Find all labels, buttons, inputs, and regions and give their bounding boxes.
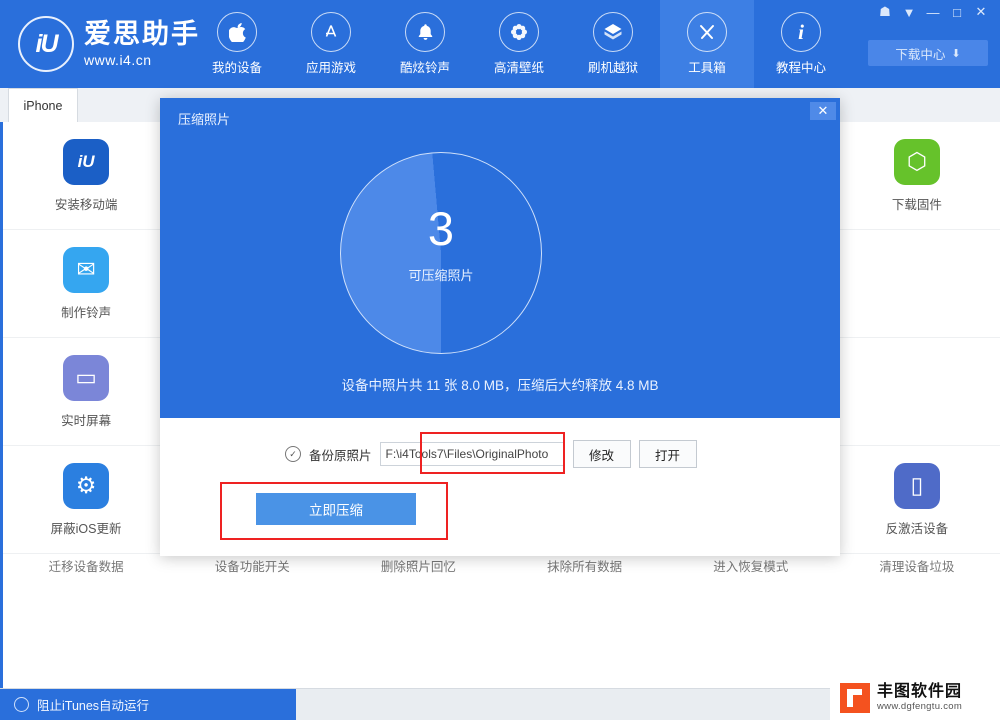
photo-count-donut: 3 可压缩照片 [340,152,542,354]
download-icon: ⬇ [951,47,961,60]
dialog-header-panel: 压缩照片 ✕ 3 可压缩照片 设备中照片共 11 张 8.0 MB，压缩后大约释… [160,98,840,418]
appstore-icon [311,12,351,52]
i4-app-icon: iU [63,138,110,185]
logo-title: 爱思助手 [84,19,200,49]
dialog-action-panel: ✓ 备份原照片 F:\i4Tools7\Files\OriginalPhoto … [160,418,840,556]
window-controls: ☗ ▼ — □ ✕ [874,2,992,22]
backup-path-field[interactable]: F:\i4Tools7\Files\OriginalPhoto [379,442,565,466]
backup-label: 备份原照片 [309,448,372,463]
toolbox-cell-label: 安装移动端 [54,197,118,212]
photo-count-caption: 可压缩照片 [408,268,474,283]
backup-row: ✓ 备份原照片 F:\i4Tools7\Files\OriginalPhoto … [285,440,697,468]
ringtone-icon: ✉ [63,246,110,293]
nav-item-tutorials[interactable]: i 教程中心 [754,0,848,88]
watermark: 丰图软件园 www.dgfengtu.com [830,675,1000,720]
nav-label: 应用游戏 [305,61,356,75]
toolbox-cell-0[interactable]: iU 安装移动端 [3,122,170,230]
block-itunes-toggle[interactable]: 阻止iTunes自动运行 [0,689,296,720]
block-itunes-label: 阻止iTunes自动运行 [37,699,150,713]
menu-icon[interactable]: ▼ [898,2,920,22]
watermark-url: www.dgfengtu.com [877,700,963,712]
logo-mark-icon: iU [18,16,74,72]
screen-icon: ▭ [63,354,110,401]
flower-icon [499,12,539,52]
toolbox-cell-6[interactable]: ✉ 制作铃声 [3,230,170,338]
nav-item-apps-games[interactable]: 应用游戏 [284,0,378,88]
toolbox-cell-label: 实时屏幕 [61,413,112,428]
box-icon [593,12,633,52]
nav-label: 酷炫铃声 [399,61,450,75]
app-header: iU 爱思助手 www.i4.cn 我的设备 应用游戏 酷炫铃声 高清壁纸 刷机… [0,0,1000,88]
toolbox-cell-label: 反激活设备 [885,521,949,536]
toolbox-cell-label: 下载固件 [891,197,942,212]
clipped-label-2: 删除照片回忆 [380,560,456,574]
clipped-label-0: 迁移设备数据 [48,560,124,574]
nav-item-ringtones[interactable]: 酷炫铃声 [378,0,472,88]
photo-count-value: 3 [427,202,455,255]
maximize-icon[interactable]: □ [946,2,968,22]
compress-now-button[interactable]: 立即压缩 [256,493,416,525]
clipped-label-4: 进入恢复模式 [713,560,789,574]
toolbox-cell-empty [833,338,1000,446]
toolbox-cell-23[interactable]: ▯ 反激活设备 [833,446,1000,554]
watermark-logo-icon [840,682,870,713]
logo-url: www.i4.cn [84,52,152,68]
toolbox-cell-18[interactable]: ⚙ 屏蔽iOS更新 [3,446,170,554]
backup-checkbox[interactable]: ✓ [285,446,301,462]
toolbox-cell-12[interactable]: ▭ 实时屏幕 [3,338,170,446]
nav-label: 刷机越狱 [587,61,638,75]
dialog-close-icon[interactable]: ✕ [810,102,836,120]
logo-text: 爱思助手 www.i4.cn [84,19,200,68]
clipped-label-5: 清理设备垃圾 [879,560,955,574]
modify-button[interactable]: 修改 [572,440,631,468]
clipped-label-1: 设备功能开关 [214,560,290,574]
deactivate-icon: ▯ [893,462,940,509]
radio-icon [14,697,29,712]
watermark-title: 丰图软件园 [877,683,963,701]
nav-label: 教程中心 [775,61,826,75]
close-icon[interactable]: ✕ [970,2,992,22]
toolbox-cell-label: 屏蔽iOS更新 [50,521,122,536]
nav-item-my-device[interactable]: 我的设备 [190,0,284,88]
download-center-button[interactable]: 下载中心 ⬇ [868,40,988,66]
toolbox-cell-empty [833,230,1000,338]
clipped-label-row: 迁移设备数据 设备功能开关 删除照片回忆 抹除所有数据 进入恢复模式 清理设备垃圾 [3,556,1000,575]
tab-iphone[interactable]: iPhone [8,88,78,123]
nav-label: 工具箱 [688,61,726,75]
main-nav: 我的设备 应用游戏 酷炫铃声 高清壁纸 刷机越狱 工具箱 i 教程中心 [190,0,848,88]
nav-item-flash-jailbreak[interactable]: 刷机越狱 [566,0,660,88]
app-window: iU 爱思助手 www.i4.cn 我的设备 应用游戏 酷炫铃声 高清壁纸 刷机… [0,0,1000,720]
toolbox-cell-label: 制作铃声 [61,305,112,320]
download-center-label: 下载中心 [895,47,946,62]
watermark-text: 丰图软件园 www.dgfengtu.com [877,683,962,712]
info-icon: i [781,12,821,52]
dialog-title: 压缩照片 [178,112,231,127]
dialog-summary-text: 设备中照片共 11 张 8.0 MB，压缩后大约释放 4.8 MB [341,378,659,393]
compress-photos-dialog: 压缩照片 ✕ 3 可压缩照片 设备中照片共 11 张 8.0 MB，压缩后大约释… [160,98,840,556]
toolbox-cell-5[interactable]: ⬡ 下载固件 [833,122,1000,230]
minimize-icon[interactable]: — [922,2,944,22]
gear-block-icon: ⚙ [63,462,110,509]
nav-item-wallpapers[interactable]: 高清壁纸 [472,0,566,88]
cube-icon: ⬡ [893,138,940,185]
clipped-label-3: 抹除所有数据 [547,560,623,574]
open-button[interactable]: 打开 [638,440,697,468]
bell-icon [405,12,445,52]
nav-label: 高清壁纸 [493,61,544,75]
nav-item-toolbox[interactable]: 工具箱 [660,0,754,88]
skin-icon[interactable]: ☗ [874,2,896,22]
nav-label: 我的设备 [211,61,262,75]
apple-icon [217,12,257,52]
app-logo: iU 爱思助手 www.i4.cn [18,16,200,72]
tools-icon [687,12,727,52]
